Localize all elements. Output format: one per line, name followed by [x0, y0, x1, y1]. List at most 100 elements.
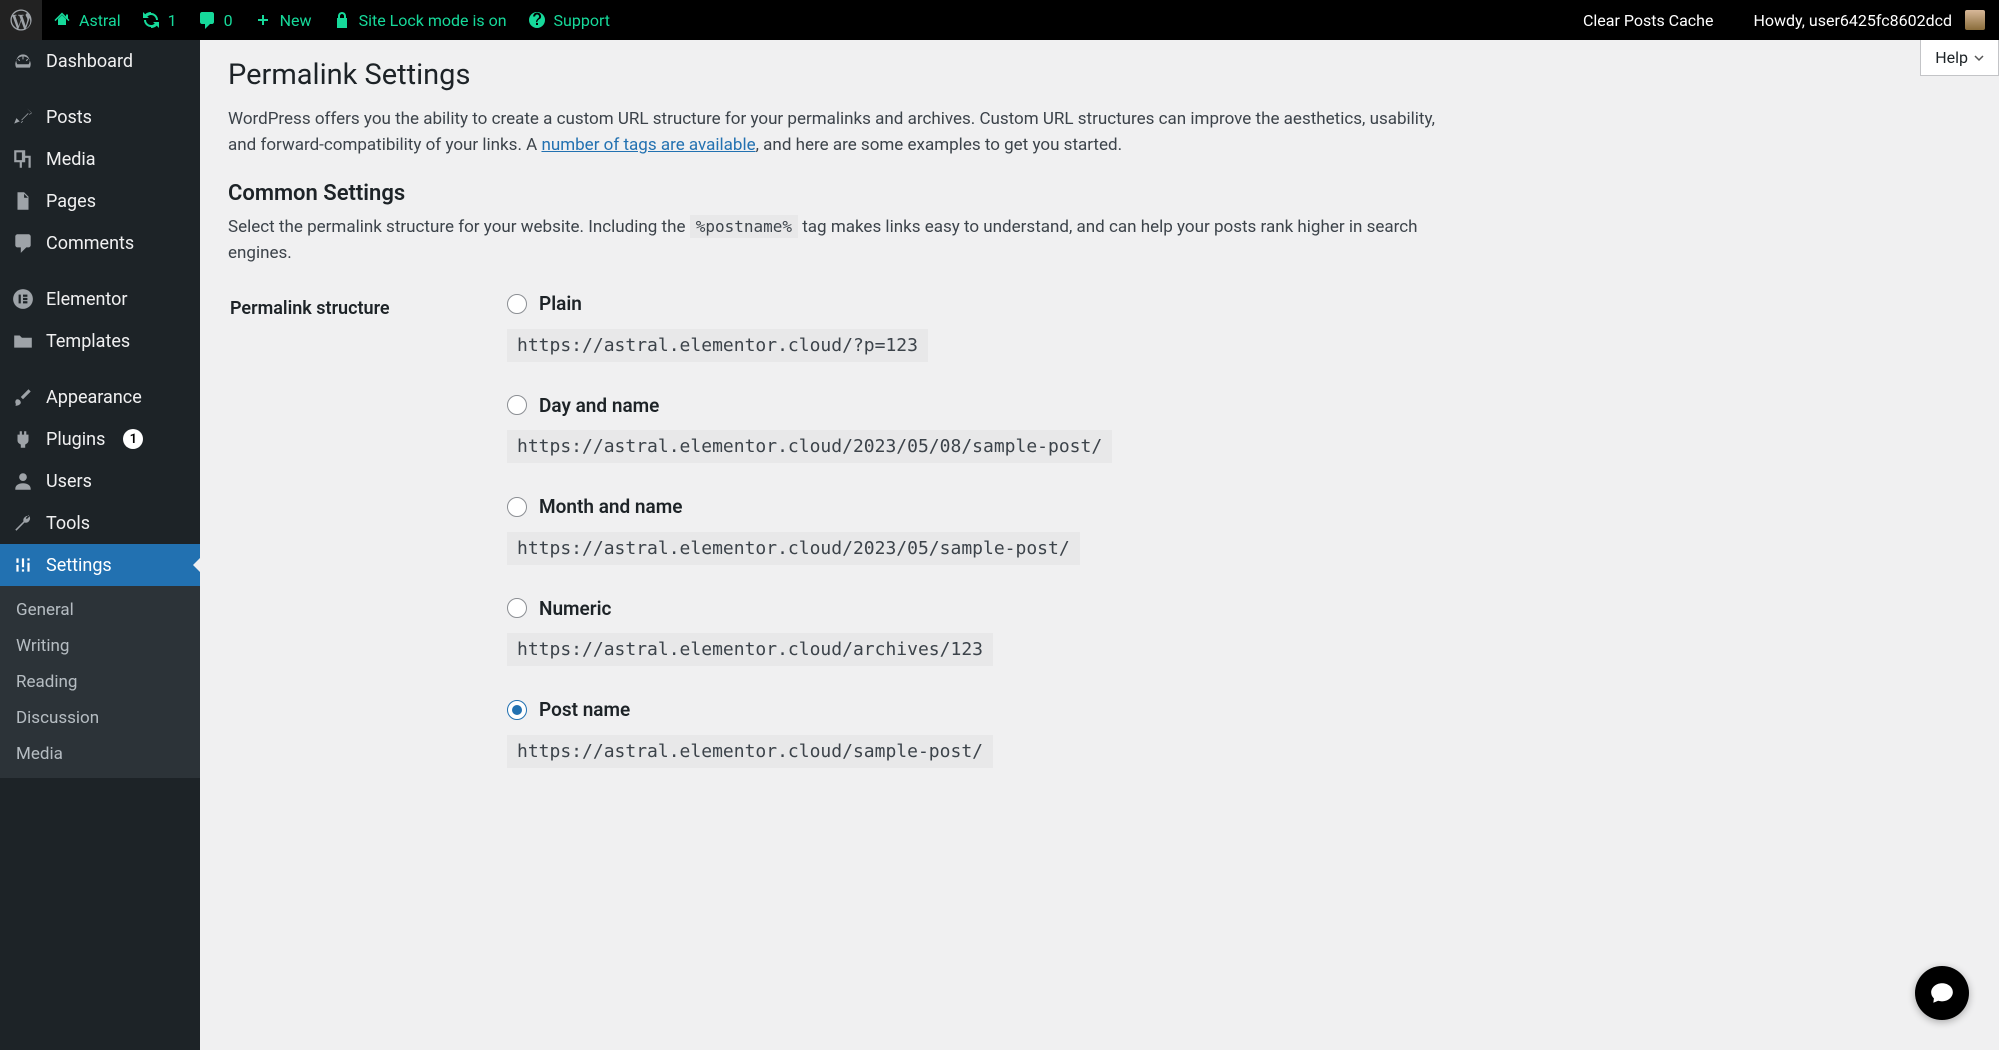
- sidebar-item-tools[interactable]: Tools: [0, 502, 200, 544]
- dashboard-icon: [12, 50, 34, 72]
- page-icon: [12, 190, 34, 212]
- sitelock-label: Site Lock mode is on: [359, 11, 507, 30]
- chat-widget-button[interactable]: [1915, 966, 1969, 1020]
- permalink-option-label: Post name: [539, 698, 630, 721]
- sidebar-label: Comments: [46, 233, 134, 254]
- sidebar-label: Tools: [46, 513, 90, 534]
- media-icon: [12, 148, 34, 170]
- permalink-option-2: Month and name https://astral.elementor.c…: [507, 495, 1969, 565]
- sliders-icon: [12, 554, 34, 576]
- chevron-down-icon: [1974, 53, 1984, 63]
- home-icon: [52, 10, 72, 30]
- structure-label: Permalink structure: [230, 292, 505, 800]
- account-menu[interactable]: Howdy, user6425fc8602dcd: [1743, 0, 1989, 40]
- permalink-option-label: Month and name: [539, 495, 682, 518]
- sidebar-label: Settings: [46, 555, 112, 576]
- permalink-example: https://astral.elementor.cloud/2023/05/s…: [507, 532, 1080, 565]
- support-label: Support: [554, 11, 610, 30]
- new-content-link[interactable]: New: [243, 0, 322, 40]
- permalink-radio[interactable]: [507, 497, 527, 517]
- submenu-media[interactable]: Media: [0, 736, 200, 772]
- sidebar-label: Plugins: [46, 429, 105, 450]
- permalink-radio-label[interactable]: Numeric: [507, 597, 611, 620]
- sidebar-label: Elementor: [46, 289, 128, 310]
- sidebar-item-settings[interactable]: Settings: [0, 544, 200, 586]
- sidebar-item-elementor[interactable]: Elementor: [0, 278, 200, 320]
- submenu-writing[interactable]: Writing: [0, 628, 200, 664]
- plugins-badge: 1: [123, 429, 143, 449]
- refresh-icon: [141, 10, 161, 30]
- wrench-icon: [12, 512, 34, 534]
- main-content: Help Permalink Settings WordPress offers…: [200, 40, 1999, 842]
- site-name-text: Astral: [79, 11, 121, 30]
- permalink-radio-label[interactable]: Month and name: [507, 495, 682, 518]
- admin-toolbar: Astral 1 0 New Site Lock mode is on Supp…: [0, 0, 1999, 40]
- permalink-option-4: Post name https://astral.elementor.cloud/…: [507, 698, 1969, 768]
- submenu-discussion[interactable]: Discussion: [0, 700, 200, 736]
- intro-text: WordPress offers you the ability to crea…: [228, 106, 1458, 159]
- permalink-radio[interactable]: [507, 294, 527, 314]
- wordpress-icon: [10, 9, 32, 31]
- permalink-option-label: Numeric: [539, 597, 611, 620]
- comments-link[interactable]: 0: [187, 0, 243, 40]
- sidebar-item-pages[interactable]: Pages: [0, 180, 200, 222]
- comment-icon: [197, 10, 217, 30]
- permalink-example: https://astral.elementor.cloud/?p=123: [507, 329, 928, 362]
- permalink-radio-label[interactable]: Day and name: [507, 394, 659, 417]
- permalink-example: https://astral.elementor.cloud/2023/05/0…: [507, 430, 1112, 463]
- permalink-radio[interactable]: [507, 700, 527, 720]
- sidebar-label: Media: [46, 149, 96, 170]
- common-settings-heading: Common Settings: [228, 181, 1971, 206]
- brush-icon: [12, 386, 34, 408]
- sitelock-link[interactable]: Site Lock mode is on: [322, 0, 517, 40]
- postname-tag-code: %postname%: [690, 215, 798, 238]
- help-tab[interactable]: Help: [1920, 40, 1999, 76]
- sidebar-label: Templates: [46, 331, 130, 352]
- sidebar-item-comments[interactable]: Comments: [0, 222, 200, 264]
- support-link[interactable]: Support: [517, 0, 620, 40]
- common-settings-desc: Select the permalink structure for your …: [228, 214, 1458, 267]
- wp-logo-menu[interactable]: [0, 0, 42, 40]
- chat-icon: [1929, 980, 1955, 1006]
- updates-link[interactable]: 1: [131, 0, 187, 40]
- sidebar-label: Pages: [46, 191, 96, 212]
- permalink-radio[interactable]: [507, 598, 527, 618]
- comments-count: 0: [224, 11, 233, 30]
- submenu-general[interactable]: General: [0, 592, 200, 628]
- greeting-text: Howdy, user6425fc8602dcd: [1753, 11, 1952, 30]
- permalink-option-3: Numeric https://astral.elementor.cloud/ar…: [507, 597, 1969, 667]
- sidebar-item-templates[interactable]: Templates: [0, 320, 200, 362]
- permalink-radio-label[interactable]: Plain: [507, 292, 582, 315]
- sidebar-item-users[interactable]: Users: [0, 460, 200, 502]
- settings-submenu: General Writing Reading Discussion Media: [0, 586, 200, 778]
- clear-cache-link[interactable]: Clear Posts Cache: [1573, 0, 1724, 40]
- permalink-radio-label[interactable]: Post name: [507, 698, 630, 721]
- permalink-example: https://astral.elementor.cloud/sample-po…: [507, 735, 993, 768]
- pin-icon: [12, 106, 34, 128]
- updates-count: 1: [168, 11, 177, 30]
- tags-link[interactable]: number of tags are available: [541, 135, 755, 155]
- site-name-link[interactable]: Astral: [42, 0, 131, 40]
- sidebar-item-media[interactable]: Media: [0, 138, 200, 180]
- permalink-option-label: Plain: [539, 292, 582, 315]
- new-label: New: [280, 11, 312, 30]
- sidebar-item-plugins[interactable]: Plugins 1: [0, 418, 200, 460]
- permalink-example: https://astral.elementor.cloud/archives/…: [507, 633, 993, 666]
- submenu-reading[interactable]: Reading: [0, 664, 200, 700]
- sidebar-label: Dashboard: [46, 51, 133, 72]
- sidebar-item-posts[interactable]: Posts: [0, 96, 200, 138]
- comment-icon: [12, 232, 34, 254]
- lock-icon: [332, 10, 352, 30]
- avatar-icon: [1965, 10, 1985, 30]
- admin-sidebar: Dashboard Posts Media Pages Comments Ele…: [0, 40, 200, 1050]
- folder-icon: [12, 330, 34, 352]
- permalink-radio[interactable]: [507, 395, 527, 415]
- sidebar-label: Users: [46, 471, 92, 492]
- page-title: Permalink Settings: [228, 40, 1971, 106]
- sidebar-label: Posts: [46, 107, 92, 128]
- sidebar-label: Appearance: [46, 387, 142, 408]
- permalink-option-0: Plain https://astral.elementor.cloud/?p=1…: [507, 292, 1969, 362]
- sidebar-item-dashboard[interactable]: Dashboard: [0, 40, 200, 82]
- help-circle-icon: [527, 10, 547, 30]
- sidebar-item-appearance[interactable]: Appearance: [0, 376, 200, 418]
